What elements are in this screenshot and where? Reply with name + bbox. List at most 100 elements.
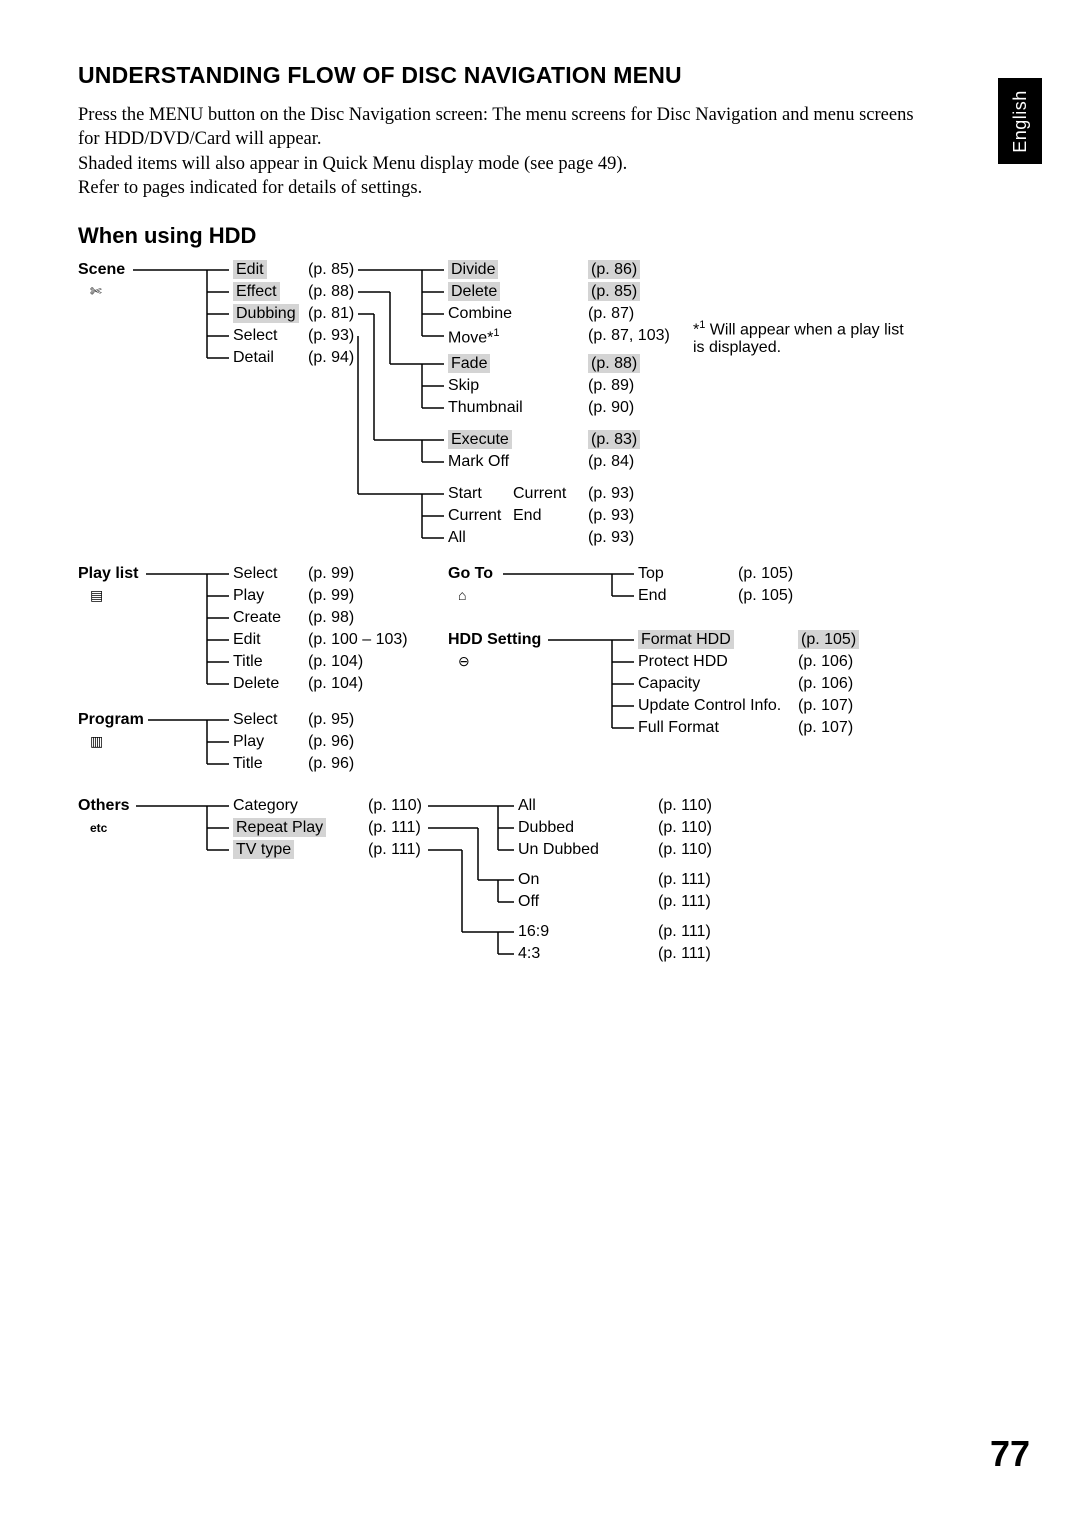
page-number: 77 <box>990 1433 1030 1475</box>
select-child-extra: End <box>513 507 541 525</box>
page-ref: (p. 107) <box>798 719 853 737</box>
repeat-child: On <box>518 871 539 889</box>
intro-line: Shaded items will also appear in Quick M… <box>78 152 918 176</box>
page-ref: (p. 89) <box>588 377 634 395</box>
playlist-child: Create <box>233 609 281 627</box>
scene-child: Edit <box>233 261 267 279</box>
page-ref: (p. 111) <box>658 893 711 911</box>
page-ref: (p. 88) <box>308 283 354 301</box>
page-ref: (p. 110) <box>368 797 422 815</box>
page-ref: (p. 104) <box>308 653 363 671</box>
hddset-child: Update Control Info. <box>638 697 781 715</box>
page-ref: (p. 111) <box>658 923 711 941</box>
scene-child: Dubbing <box>233 305 299 323</box>
dubbing-child: Execute <box>448 431 512 449</box>
hddset-child: Format HDD <box>638 631 734 649</box>
footnote: *1 Will appear when a play list is displ… <box>693 319 913 357</box>
page-ref: (p. 85) <box>308 261 354 279</box>
playlist-child: Edit <box>233 631 261 649</box>
page-ref: (p. 93) <box>588 507 634 525</box>
hddsetting-icon: ⊖ <box>458 653 470 671</box>
intro-text: Press the MENU button on the Disc Naviga… <box>78 103 918 201</box>
program-child: Title <box>233 755 263 773</box>
effect-child: Fade <box>448 355 490 373</box>
select-child: Current <box>448 507 501 525</box>
page-ref: (p. 96) <box>308 755 354 773</box>
category-child: All <box>518 797 536 815</box>
page-ref: (p. 110) <box>658 841 712 859</box>
page-ref: (p. 90) <box>588 399 634 417</box>
program-child: Select <box>233 711 277 729</box>
dubbing-child: Mark Off <box>448 453 509 471</box>
tvtype-child: 4:3 <box>518 945 540 963</box>
page-ref: (p. 98) <box>308 609 354 627</box>
page-ref: (p. 85) <box>588 283 640 301</box>
page-ref: (p. 96) <box>308 733 354 751</box>
page-ref: (p. 104) <box>308 675 363 693</box>
page-ref: (p. 93) <box>308 327 354 345</box>
others-child: Category <box>233 797 298 815</box>
language-label: English <box>1010 90 1031 153</box>
page-title: UNDERSTANDING FLOW OF DISC NAVIGATION ME… <box>78 62 1008 89</box>
page-ref: (p. 84) <box>588 453 634 471</box>
playlist-child: Select <box>233 565 277 583</box>
page-ref: (p. 86) <box>588 261 640 279</box>
page-ref: (p. 87, 103) <box>588 327 670 345</box>
page-ref: (p. 111) <box>368 819 421 837</box>
page-ref: (p. 105) <box>738 587 793 605</box>
intro-line: Press the MENU button on the Disc Naviga… <box>78 103 918 152</box>
repeat-child: Off <box>518 893 539 911</box>
scene-child: Effect <box>233 283 280 301</box>
edit-child: Divide <box>448 261 498 279</box>
page-ref: (p. 83) <box>588 431 640 449</box>
root-playlist: Play list <box>78 565 138 583</box>
page-ref: (p. 110) <box>658 819 712 837</box>
program-icon: ▥ <box>90 733 103 751</box>
root-others: Others <box>78 797 130 815</box>
goto-icon: ⌂ <box>458 587 466 605</box>
page-ref: (p. 106) <box>798 653 853 671</box>
page-ref: (p. 100 – 103) <box>308 631 408 649</box>
page-ref: (p. 105) <box>798 631 859 649</box>
page-ref: (p. 93) <box>588 529 634 547</box>
root-hddsetting: HDD Setting <box>448 631 541 649</box>
category-child: Un Dubbed <box>518 841 599 859</box>
page-ref: (p. 88) <box>588 355 640 373</box>
root-scene: Scene <box>78 261 125 279</box>
page-ref: (p. 99) <box>308 587 354 605</box>
goto-child: Top <box>638 565 664 583</box>
page-ref: (p. 110) <box>658 797 712 815</box>
page-ref: (p. 111) <box>658 945 711 963</box>
playlist-child: Title <box>233 653 263 671</box>
program-child: Play <box>233 733 264 751</box>
select-child: All <box>448 529 466 547</box>
others-child: TV type <box>233 841 294 859</box>
others-child: Repeat Play <box>233 819 326 837</box>
hddset-child: Full Format <box>638 719 719 737</box>
page-ref: (p. 111) <box>658 871 711 889</box>
scene-child: Detail <box>233 349 274 367</box>
page-ref: (p. 87) <box>588 305 634 323</box>
scene-child: Select <box>233 327 277 345</box>
page-ref: (p. 95) <box>308 711 354 729</box>
page-ref: (p. 99) <box>308 565 354 583</box>
select-child: Start <box>448 485 482 503</box>
connector-lines <box>78 261 1008 985</box>
edit-child: Move*1 <box>448 327 499 347</box>
others-icon: etc <box>90 819 107 837</box>
category-child: Dubbed <box>518 819 574 837</box>
page-ref: (p. 94) <box>308 349 354 367</box>
scene-icon: ✄ <box>90 283 102 301</box>
page-ref: (p. 81) <box>308 305 354 323</box>
edit-child: Delete <box>448 283 500 301</box>
section-title: When using HDD <box>78 223 1008 249</box>
edit-child: Combine <box>448 305 512 323</box>
hddset-child: Protect HDD <box>638 653 728 671</box>
effect-child: Thumbnail <box>448 399 523 417</box>
playlist-icon: ▤ <box>90 587 103 605</box>
page-ref: (p. 105) <box>738 565 793 583</box>
root-program: Program <box>78 711 144 729</box>
tvtype-child: 16:9 <box>518 923 549 941</box>
goto-child: End <box>638 587 666 605</box>
page-ref: (p. 106) <box>798 675 853 693</box>
